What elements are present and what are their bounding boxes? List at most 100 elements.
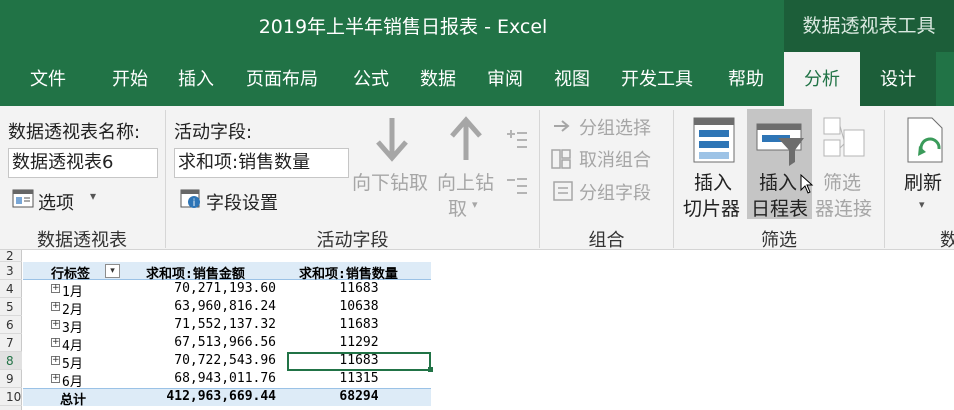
sales-qty-cell[interactable]: 11683 bbox=[287, 281, 431, 296]
insert-timeline-button[interactable]: 插入 bbox=[759, 168, 797, 195]
tab-design[interactable]: 设计 bbox=[860, 52, 936, 106]
group-label-data: 数 bbox=[940, 230, 954, 251]
refresh-dropdown-arrow-icon[interactable]: ▾ bbox=[919, 198, 925, 211]
pivot-tools-context-label: 数据透视表工具 bbox=[784, 0, 954, 52]
sales-qty-cell[interactable]: 11315 bbox=[287, 371, 431, 386]
expand-row-icon[interactable]: + bbox=[51, 320, 60, 329]
mouse-cursor-icon bbox=[800, 173, 814, 198]
row-header[interactable]: 7 bbox=[0, 334, 22, 352]
sales-amount-cell[interactable]: 71,552,137.32 bbox=[150, 317, 276, 332]
expand-row-icon[interactable]: + bbox=[51, 356, 60, 365]
tab-home[interactable]: 开始 bbox=[112, 52, 148, 106]
drill-up-dropdown-arrow-icon[interactable]: ▾ bbox=[472, 198, 478, 211]
ungroup-icon bbox=[550, 148, 572, 174]
active-field-label: 活动字段: bbox=[174, 122, 253, 143]
slicer-icon bbox=[693, 116, 735, 168]
group-label-combine: 组合 bbox=[588, 230, 625, 251]
tab-view[interactable]: 视图 bbox=[554, 52, 590, 106]
sales-amount-cell[interactable]: 70,271,193.60 bbox=[150, 281, 276, 296]
options-icon bbox=[12, 188, 34, 214]
title-bar: 2019年上半年销售日报表 - Excel 数据透视表工具 bbox=[0, 0, 954, 52]
tab-review[interactable]: 审阅 bbox=[487, 52, 523, 106]
pivot-name-input[interactable]: 数据透视表6 bbox=[8, 148, 158, 178]
drill-down-icon bbox=[374, 116, 410, 166]
group-label-filter: 筛选 bbox=[761, 230, 797, 251]
row-headers: 2 3 4 5 6 7 8 9 10 bbox=[0, 250, 22, 410]
refresh-button[interactable]: 刷新 bbox=[904, 168, 942, 195]
insert-timeline-button-line2: 日程表 bbox=[751, 198, 809, 220]
insert-slicer-button[interactable]: 插入 bbox=[694, 168, 732, 195]
svg-text:i: i bbox=[193, 198, 196, 209]
expand-row-icon[interactable]: + bbox=[51, 338, 60, 347]
sales-qty-cell[interactable]: 11292 bbox=[287, 335, 431, 350]
group-selection-button[interactable]: 分组选择 bbox=[579, 114, 651, 140]
arrow-right-icon bbox=[552, 116, 572, 140]
row-label-cell[interactable]: 2月 bbox=[62, 299, 83, 318]
ribbon-tab-bar: 文件 开始 插入 页面布局 公式 数据 审阅 视图 开发工具 帮助 分析 设计 bbox=[0, 52, 954, 106]
ungroup-button[interactable]: 取消组合 bbox=[579, 146, 651, 172]
total-amount: 412,963,669.44 bbox=[166, 389, 276, 404]
options-dropdown-arrow-icon[interactable]: ▾ bbox=[90, 189, 96, 203]
worksheet-grid[interactable]: 2 3 4 5 6 7 8 9 10 行标签 ▾ 求和项:销售金额 求和项:销售… bbox=[0, 250, 954, 410]
filter-connections-button[interactable]: 筛选 bbox=[823, 168, 861, 195]
active-cell-selection[interactable] bbox=[287, 352, 431, 371]
expand-field-icon[interactable] bbox=[503, 128, 529, 158]
row-labels-filter-dropdown-icon[interactable]: ▾ bbox=[105, 264, 120, 278]
group-field-button[interactable]: 分组字段 bbox=[579, 179, 651, 205]
group-field-icon bbox=[552, 180, 574, 206]
tab-developer[interactable]: 开发工具 bbox=[621, 52, 693, 106]
row-header[interactable]: 4 bbox=[0, 280, 22, 298]
expand-row-icon[interactable]: + bbox=[51, 374, 60, 383]
tab-data[interactable]: 数据 bbox=[420, 52, 456, 106]
drill-up-button[interactable]: 向上钻 bbox=[437, 168, 494, 195]
row-label-cell[interactable]: 4月 bbox=[62, 335, 83, 354]
filter-connections-button-line2: 器连接 bbox=[815, 198, 873, 220]
drill-down-button[interactable]: 向下钻取 bbox=[352, 168, 428, 195]
sales-amount-cell[interactable]: 68,943,011.76 bbox=[150, 371, 276, 386]
filter-connections-icon bbox=[822, 116, 866, 166]
sales-qty-cell[interactable]: 11683 bbox=[287, 317, 431, 332]
tab-analyze[interactable]: 分析 bbox=[784, 52, 860, 106]
row-label-cell[interactable]: 1月 bbox=[62, 281, 83, 300]
tab-file[interactable]: 文件 bbox=[30, 52, 66, 106]
tab-formulas[interactable]: 公式 bbox=[353, 52, 389, 106]
group-label-pivot: 数据透视表 bbox=[37, 230, 127, 251]
sales-amount-cell[interactable]: 63,960,816.24 bbox=[150, 299, 276, 314]
sales-amount-cell[interactable]: 70,722,543.96 bbox=[150, 353, 276, 368]
row-header[interactable]: 10 bbox=[0, 388, 22, 406]
timeline-icon bbox=[756, 120, 806, 170]
collapse-field-icon[interactable] bbox=[503, 174, 529, 204]
tab-page-layout[interactable]: 页面布局 bbox=[246, 52, 318, 106]
row-header[interactable]: 6 bbox=[0, 316, 22, 334]
header-sales-qty: 求和项:销售数量 bbox=[299, 267, 398, 282]
fill-handle[interactable] bbox=[428, 367, 433, 372]
row-header[interactable]: 9 bbox=[0, 370, 22, 388]
total-label: 总计 bbox=[60, 393, 87, 408]
group-divider bbox=[884, 110, 885, 248]
sales-qty-cell[interactable]: 10638 bbox=[287, 299, 431, 314]
row-header-selected[interactable]: 8 bbox=[0, 352, 22, 370]
tab-help[interactable]: 帮助 bbox=[728, 52, 764, 106]
row-header[interactable]: 5 bbox=[0, 298, 22, 316]
insert-slicer-button-line2: 切片器 bbox=[683, 198, 741, 220]
tab-insert[interactable]: 插入 bbox=[178, 52, 214, 106]
total-qty: 68294 bbox=[339, 389, 379, 404]
field-settings-icon: i bbox=[180, 188, 202, 214]
expand-row-icon[interactable]: + bbox=[51, 284, 60, 293]
pivot-name-label: 数据透视表名称: bbox=[8, 122, 141, 143]
sales-amount-cell[interactable]: 67,513,966.56 bbox=[150, 335, 276, 350]
active-field-input[interactable]: 求和项:销售数量 bbox=[174, 148, 349, 178]
row-label-cell[interactable]: 3月 bbox=[62, 317, 83, 336]
row-label-cell[interactable]: 5月 bbox=[62, 353, 83, 372]
options-button[interactable]: 选项 bbox=[38, 189, 74, 215]
refresh-icon bbox=[906, 116, 946, 168]
expand-row-icon[interactable]: + bbox=[51, 302, 60, 311]
ribbon-panel: 数据透视表名称: 数据透视表6 选项 ▾ 数据透视表 活动字段: 求和项:销售数… bbox=[0, 106, 954, 251]
row-header[interactable]: 3 bbox=[0, 262, 22, 280]
field-settings-button[interactable]: 字段设置 bbox=[206, 189, 278, 215]
row-header[interactable]: 2 bbox=[0, 250, 22, 262]
window-title: 2019年上半年销售日报表 - Excel bbox=[258, 16, 548, 38]
drill-up-button-line2: 取 bbox=[448, 198, 468, 220]
header-sales-amount: 求和项:销售金额 bbox=[146, 267, 245, 282]
drill-up-icon bbox=[448, 116, 484, 166]
